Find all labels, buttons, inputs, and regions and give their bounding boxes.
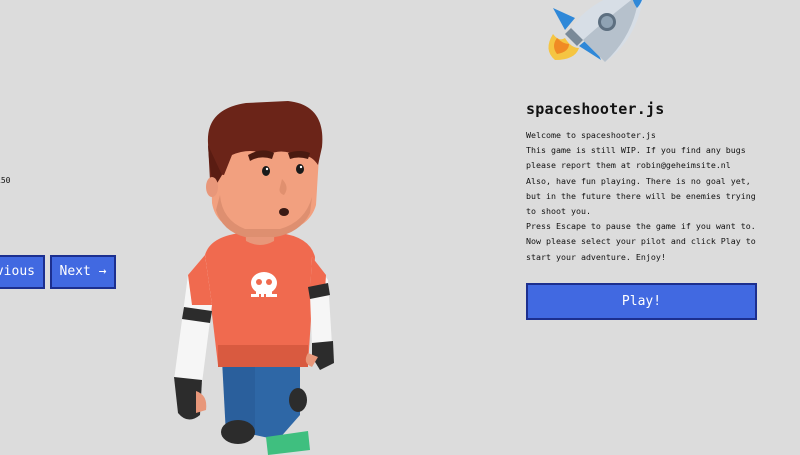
skull-icon — [251, 272, 277, 298]
description-line: Press Escape to pause the game if you wa… — [526, 221, 756, 232]
description-line: This game is still WIP. If you find any … — [526, 145, 746, 156]
description-line: but in the future there will be enemies … — [526, 190, 756, 201]
pilot-character — [174, 101, 334, 455]
description-line: Now please select your pilot and click P… — [526, 236, 756, 247]
description-line: Also, have fun playing. There is no goal… — [526, 175, 751, 186]
description-line: to shoot you. — [526, 206, 591, 217]
pilot-stat-1: s — [0, 152, 1, 162]
play-button[interactable]: Play! — [526, 283, 757, 320]
pilot-stat-2: 150 — [0, 176, 11, 185]
rocket-icon — [548, 0, 644, 62]
description-line: please report them at robin@geheimsite.n… — [526, 160, 731, 171]
previous-pilot-button[interactable]: Previous — [0, 255, 45, 289]
game-title: spaceshooter.js — [526, 100, 665, 118]
description-line: Welcome to spaceshooter.js — [526, 130, 656, 140]
next-pilot-button[interactable]: Next → — [50, 255, 116, 289]
info-panel: spaceshooter.js Welcome to spaceshooter.… — [526, 100, 766, 265]
description-line: start your adventure. Enjoy! — [526, 251, 666, 262]
